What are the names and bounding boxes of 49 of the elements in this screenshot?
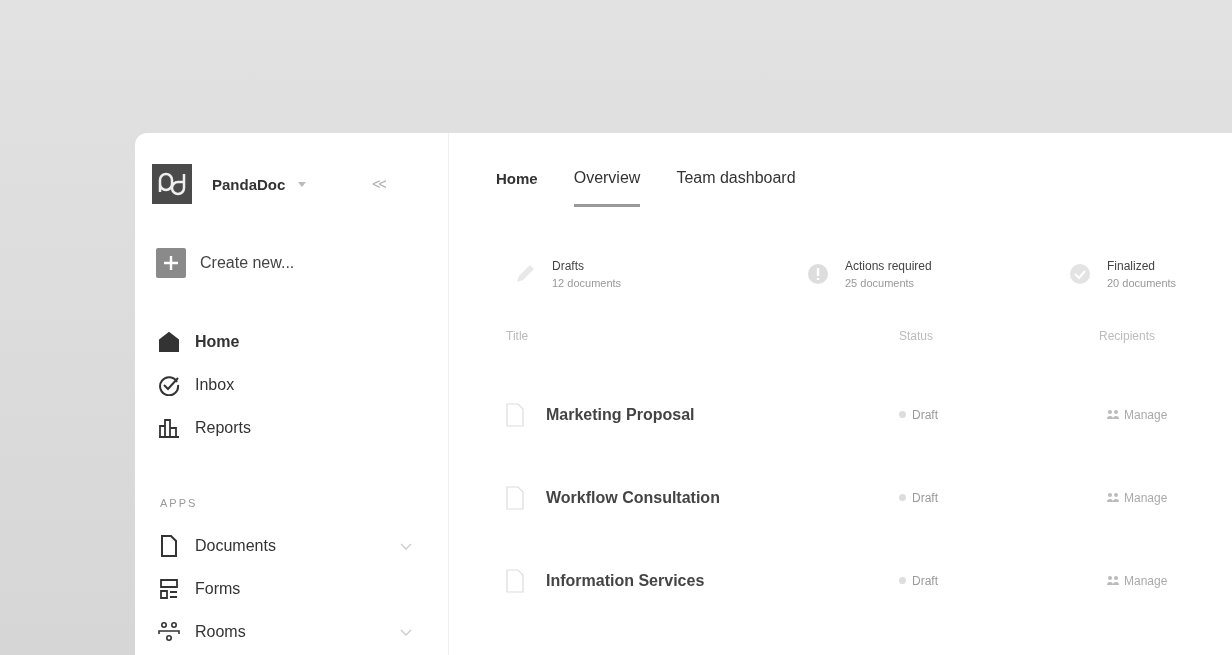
people-icon	[158, 621, 180, 643]
form-icon	[158, 578, 180, 600]
status-dot-icon	[899, 577, 906, 584]
section-label: APPS	[160, 497, 199, 509]
nav-item[interactable]: Home	[158, 331, 412, 353]
column-header: Title	[506, 329, 530, 343]
status-text: Draft	[912, 573, 938, 588]
status-dot-icon	[899, 494, 906, 501]
bar-chart-icon	[158, 417, 180, 439]
caret-icon[interactable]	[298, 181, 307, 187]
create-new-button[interactable]: Create new...	[156, 248, 295, 278]
nav-item[interactable]: Reports	[158, 417, 412, 439]
column-header: Recipients	[1099, 329, 1157, 343]
document-icon	[506, 402, 524, 427]
document-title[interactable]: Marketing Proposal	[546, 405, 695, 424]
nav-item[interactable]: Forms	[158, 578, 412, 600]
people-icon	[1107, 493, 1119, 502]
exclamation-icon	[807, 263, 829, 285]
people-icon	[1107, 576, 1119, 585]
document-icon	[506, 485, 524, 510]
people-icon	[1107, 410, 1119, 419]
status-text: Draft	[912, 490, 938, 505]
nav-item[interactable]: Documents	[158, 535, 412, 557]
brand-name[interactable]: PandaDoc	[212, 175, 286, 193]
document-icon	[506, 568, 524, 593]
document-title[interactable]: Information Services	[546, 571, 705, 590]
status-dot-icon	[899, 411, 906, 418]
check-circle-icon	[158, 374, 180, 396]
document-title[interactable]: Workflow Consultation	[546, 488, 720, 507]
page-title: Home	[496, 169, 538, 187]
stat-count: 12 documents	[552, 277, 622, 289]
chevron-icon[interactable]	[400, 628, 412, 636]
plus-icon	[156, 248, 186, 278]
tab[interactable]: Team dashboard	[676, 169, 796, 207]
nav-item[interactable]: Inbox	[158, 374, 412, 396]
stat-label: Drafts	[552, 259, 585, 273]
stat-label: Actions required	[845, 259, 932, 273]
stat-count: 20 documents	[1107, 277, 1177, 289]
logo-icon	[152, 164, 192, 204]
nav-item[interactable]: Rooms	[158, 621, 412, 643]
stat-count: 25 documents	[845, 277, 916, 289]
stat-label: Finalized	[1107, 259, 1157, 273]
status-text: Draft	[912, 407, 938, 422]
house-icon	[158, 331, 180, 353]
document-icon	[158, 535, 180, 557]
tab[interactable]: Overview	[573, 169, 641, 207]
column-header: Status	[899, 329, 935, 343]
chevron-icon[interactable]	[400, 542, 412, 550]
check-circle-icon	[1069, 263, 1091, 285]
